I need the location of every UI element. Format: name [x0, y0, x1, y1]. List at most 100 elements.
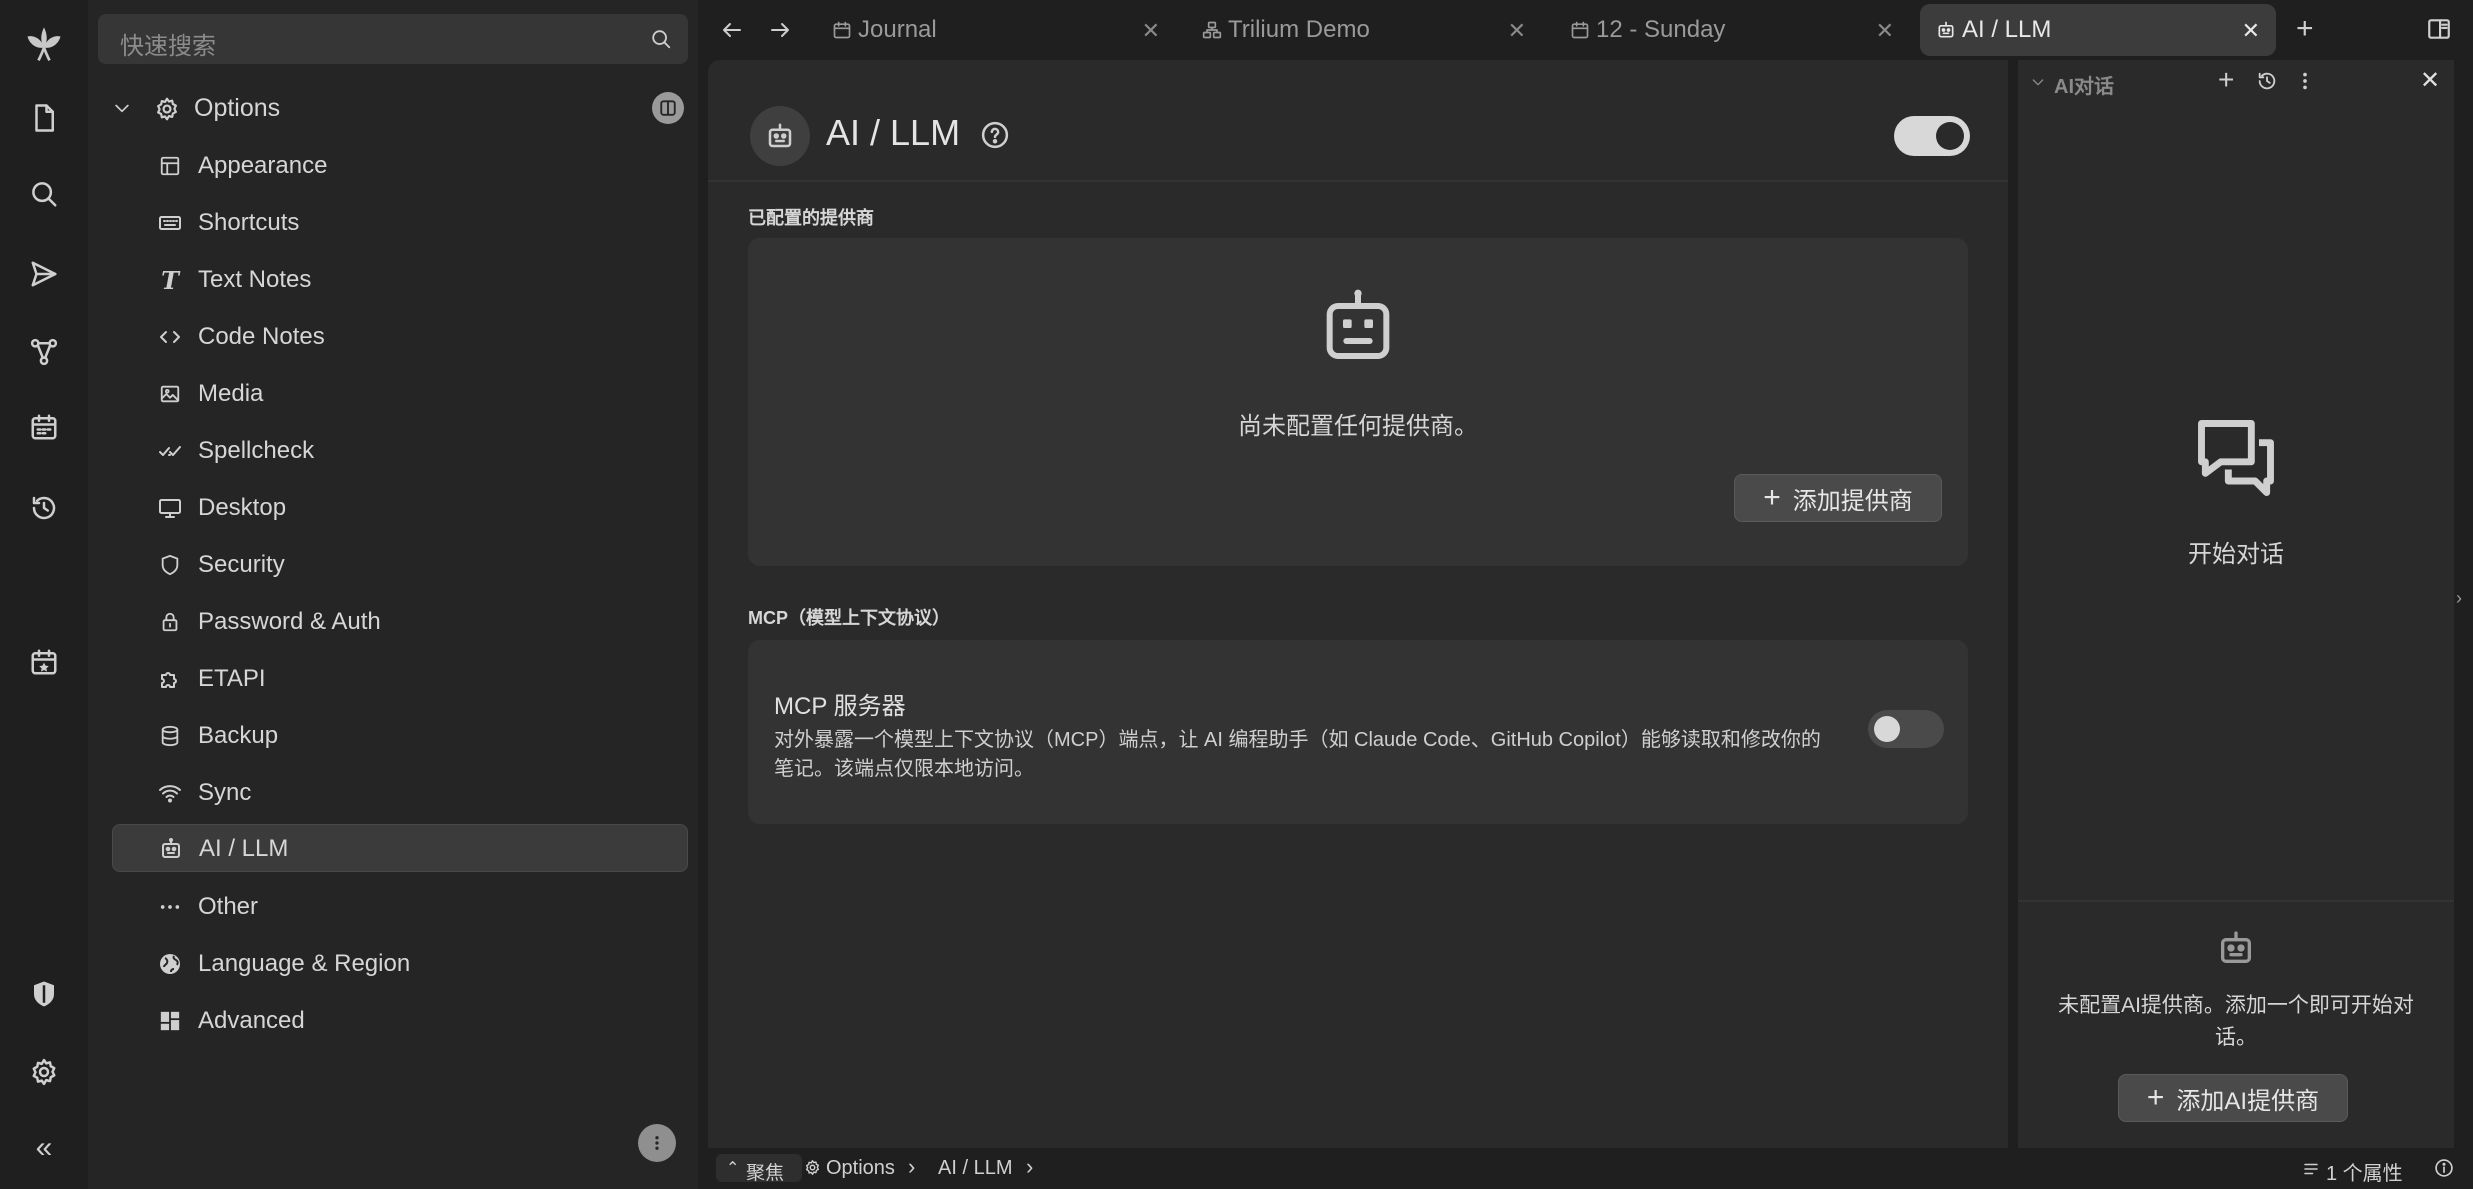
tree-item-media[interactable]: Media	[112, 370, 688, 418]
tab-12-sunday[interactable]: 12 - Sunday ✕	[1554, 4, 1910, 56]
help-icon[interactable]	[980, 120, 1010, 150]
tree-item-spellcheck[interactable]: Spellcheck	[112, 427, 688, 475]
gear-icon	[32, 1058, 56, 1086]
chevron-right-icon: ›	[908, 1154, 916, 1179]
calendar-icon	[1571, 21, 1589, 39]
focus-button[interactable]: ⌃ 聚焦	[716, 1154, 802, 1184]
today-button[interactable]	[22, 640, 66, 684]
tab-trilium-demo[interactable]: Trilium Demo ✕	[1186, 4, 1542, 56]
close-icon[interactable]: ✕	[1508, 18, 1526, 44]
tree-item-other[interactable]: Other	[112, 883, 688, 931]
code-icon	[160, 331, 180, 343]
close-icon[interactable]: ✕	[2420, 66, 2440, 95]
tree-item-code-notes[interactable]: Code Notes	[112, 313, 688, 361]
quick-search-input[interactable]: 快速搜索	[98, 14, 688, 64]
info-icon[interactable]	[2434, 1158, 2454, 1178]
plus-icon: +	[1763, 481, 1781, 514]
close-icon[interactable]: ✕	[1142, 18, 1160, 44]
ai-enabled-toggle[interactable]	[1894, 116, 1970, 156]
settings-button[interactable]	[22, 1050, 66, 1094]
history-icon	[32, 496, 56, 520]
breadcrumb-ai-llm[interactable]: AI / LLM	[938, 1157, 1012, 1180]
text-icon: T	[161, 265, 179, 295]
tree-item-security[interactable]: Security	[112, 541, 688, 589]
robot-icon	[768, 123, 792, 148]
tab-label: 12 - Sunday	[1596, 16, 1726, 43]
gear-icon	[805, 1160, 820, 1175]
tree-item-advanced[interactable]: Advanced	[112, 997, 688, 1045]
ai-chat-pane: AI对话 + ✕ 开始对话 未配置AI提供商。添加一个即可开始对话。 + 添加A…	[2018, 60, 2454, 1148]
tab-journal[interactable]: Journal ✕	[820, 4, 1176, 56]
add-provider-label: 添加提供商	[1792, 487, 1913, 515]
new-note-button[interactable]	[22, 96, 66, 140]
focus-label: 聚焦	[746, 1163, 785, 1184]
tree-root-options[interactable]: Options	[98, 84, 688, 132]
tree-item-text-notes[interactable]: T Text Notes	[112, 256, 688, 304]
tree-item-label: Backup	[198, 722, 279, 749]
close-icon[interactable]: ✕	[1876, 18, 1894, 44]
mcp-card: MCP 服务器 对外暴露一个模型上下文协议（MCP）端点，让 AI 编程助手（如…	[748, 640, 1968, 824]
note-map-button[interactable]	[22, 330, 66, 374]
attributes-count[interactable]: 1 个属性	[2326, 1157, 2403, 1186]
shield-check-icon	[34, 981, 54, 1007]
tree-item-language-region[interactable]: Language & Region	[112, 940, 688, 988]
tree-item-desktop[interactable]: Desktop	[112, 484, 688, 532]
collapse-icon	[660, 100, 676, 116]
kebab-menu-icon[interactable]	[2294, 70, 2316, 92]
tree-item-etapi[interactable]: ETAPI	[112, 655, 688, 703]
note-detail: AI / LLM 已配置的提供商 尚未配置任何提供商。 + 添加提供商 MCP（…	[708, 60, 2008, 1148]
app-logo[interactable]	[22, 20, 66, 64]
gear-icon	[157, 97, 177, 121]
chevron-down-icon[interactable]	[112, 98, 132, 118]
robot-icon	[1326, 289, 1390, 359]
tree-item-password-auth[interactable]: Password & Auth	[112, 598, 688, 646]
send-button[interactable]	[22, 252, 66, 296]
chevron-right-icon[interactable]: ›	[2456, 588, 2462, 609]
new-chat-button[interactable]: +	[2218, 64, 2234, 96]
collapse-sidebar-button[interactable]: «	[22, 1126, 66, 1170]
protected-session-button[interactable]	[22, 972, 66, 1016]
split-view-icon[interactable]	[2426, 16, 2452, 42]
chevron-down-icon[interactable]	[2030, 74, 2046, 90]
tab-label: AI / LLM	[1962, 16, 2052, 43]
new-tab-button[interactable]: +	[2296, 12, 2314, 46]
history-icon[interactable]	[2256, 70, 2278, 92]
file-icon	[35, 104, 54, 132]
tree-item-ai-llm[interactable]: AI / LLM	[112, 824, 688, 872]
breadcrumb-options[interactable]: Options	[826, 1157, 895, 1180]
search-button[interactable]	[22, 172, 66, 216]
hierarchy-icon	[1202, 21, 1222, 39]
tab-label: Trilium Demo	[1228, 16, 1370, 43]
tree-item-label: Text Notes	[198, 266, 312, 293]
tab-ai-llm[interactable]: AI / LLM ✕	[1920, 4, 2276, 56]
kebab-menu-icon	[655, 1136, 659, 1150]
calendar-button[interactable]	[22, 405, 66, 449]
collapse-tree-button[interactable]	[652, 92, 684, 124]
chat-pane-title: AI对话	[2054, 76, 2114, 98]
add-ai-provider-button[interactable]: + 添加AI提供商	[2118, 1074, 2348, 1122]
add-ai-provider-label: 添加AI提供商	[2176, 1087, 2320, 1115]
tree-item-sync[interactable]: Sync	[112, 769, 688, 817]
tree-item-shortcuts[interactable]: Shortcuts	[112, 199, 688, 247]
monitor-icon	[159, 499, 181, 518]
recent-changes-button[interactable]	[22, 486, 66, 530]
image-icon	[160, 385, 180, 403]
tree-item-backup[interactable]: Backup	[112, 712, 688, 760]
double-chevron-left-icon: «	[35, 1131, 53, 1164]
note-icon-button[interactable]	[750, 106, 810, 166]
tree-item-appearance[interactable]: Appearance	[112, 142, 688, 190]
send-icon	[31, 261, 57, 287]
mcp-description: 对外暴露一个模型上下文协议（MCP）端点，让 AI 编程助手（如 Claude …	[774, 729, 1821, 780]
tab-label: Journal	[858, 16, 937, 43]
back-arrow-icon[interactable]	[720, 18, 744, 42]
mcp-toggle[interactable]	[1868, 710, 1944, 748]
close-icon[interactable]: ✕	[2242, 18, 2260, 44]
chevron-right-icon[interactable]: ›	[1026, 1154, 1033, 1180]
calendar-star-icon	[31, 649, 57, 675]
search-placeholder: 快速搜索	[120, 33, 216, 60]
forward-arrow-icon[interactable]	[768, 18, 792, 42]
mcp-section-heading: MCP（模型上下文协议）	[748, 608, 950, 628]
add-provider-button[interactable]: + 添加提供商	[1734, 474, 1942, 522]
tree-menu-button[interactable]	[638, 1124, 676, 1162]
robot-icon	[1938, 21, 1954, 38]
